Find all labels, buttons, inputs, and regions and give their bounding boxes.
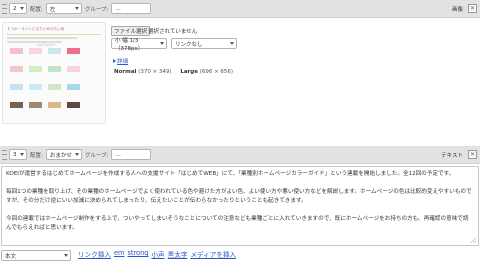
file-select-button[interactable]: ファイル選択 (111, 26, 151, 36)
black-bold-button[interactable]: 黒太字 (168, 249, 188, 259)
color-swatch (48, 102, 61, 108)
paragraph: KOEIが運営するはじめてホームページを作成する人への支援サイト「はじめてWEB… (6, 171, 455, 177)
align-label: 配置: (30, 152, 43, 159)
thumbnail-caption: パステルカラー (37, 43, 57, 47)
insert-media-button[interactable]: メディアを挿入 (190, 249, 236, 259)
block1-header: 2 配置: 左 グループ: … 画像 ✕ (0, 0, 480, 18)
order-value: 2 (13, 5, 17, 12)
small-button[interactable]: 小声 (151, 249, 164, 259)
text-style-value: 本文 (5, 253, 17, 260)
group-label: グループ: (84, 152, 109, 159)
align-select[interactable]: おまかせ (45, 149, 82, 160)
file-status: 選択されていません (148, 29, 198, 35)
em-button[interactable]: em (114, 249, 124, 259)
chevron-down-icon (64, 254, 68, 257)
resize-grip-icon[interactable] (470, 237, 476, 243)
paragraph: 今回の連載ではホームページ制作をする上で、ついやってしまいそうなことについての注… (6, 216, 469, 231)
thumbnail-rule (7, 34, 101, 35)
color-swatch (67, 102, 80, 108)
group-label: グループ: (84, 6, 109, 13)
image-size-value: 小 幅 1/3（378px） (115, 37, 144, 52)
color-swatch (29, 66, 42, 72)
details-label: 詳細 (117, 59, 129, 65)
color-swatch (67, 48, 80, 54)
color-swatch (10, 48, 23, 54)
align-value: おまかせ (49, 152, 72, 159)
image-sizes: Normal (370 × 349) Large (696 × 656) (114, 69, 233, 75)
color-swatch (10, 84, 23, 90)
drag-handle-icon[interactable] (2, 2, 7, 16)
swatch-row (10, 66, 80, 72)
chevron-down-icon (74, 153, 79, 156)
group-value: … (115, 5, 121, 12)
color-swatch (67, 66, 80, 72)
color-swatch (48, 48, 61, 54)
bottom-strip (0, 263, 480, 270)
group-select[interactable]: … (111, 3, 152, 14)
strong-button[interactable]: strong (127, 249, 148, 259)
order-value: 3 (13, 151, 17, 158)
color-swatch (29, 48, 42, 54)
image-thumbnail: Ｅラボ・サイトになりどめのたい色 パステルカラー (2, 22, 106, 124)
normal-size-label: Normal (114, 69, 137, 75)
close-icon[interactable]: ✕ (468, 150, 477, 159)
swatch-row (10, 48, 80, 54)
link-select[interactable]: リンクなし (171, 38, 237, 49)
align-select[interactable]: 左 (45, 3, 82, 14)
color-swatch (67, 84, 80, 90)
text-editor[interactable]: KOEIが運営するはじめてホームページを作成する人への支援サイト「はじめてWEB… (1, 166, 479, 246)
drag-handle-icon[interactable] (2, 148, 7, 162)
thumbnail-text-line (7, 37, 77, 39)
group-select[interactable]: … (111, 149, 152, 160)
triangle-right-icon (113, 59, 116, 63)
align-label: 配置: (30, 6, 43, 13)
insert-link-button[interactable]: リンク挿入 (78, 249, 111, 259)
color-swatch (10, 102, 23, 108)
order-select[interactable]: 3 (9, 149, 27, 160)
link-value: リンクなし (175, 41, 203, 48)
group-value: … (115, 151, 121, 158)
chevron-down-icon (160, 42, 164, 45)
format-toolbar: リンク挿入 em strong 小声 黒太字 メディアを挿入 (78, 249, 236, 259)
color-swatch (48, 84, 61, 90)
swatch-row (10, 102, 80, 108)
block2-header: 3 配置: おまかせ グループ: … テキスト ✕ (0, 146, 480, 164)
text-style-select[interactable]: 本文 (1, 250, 71, 261)
swatch-row (10, 84, 80, 90)
large-size-value: (696 × 656) (199, 69, 234, 75)
close-icon[interactable]: ✕ (468, 4, 477, 13)
order-select[interactable]: 2 (9, 3, 27, 14)
color-swatch (29, 84, 42, 90)
color-swatch (29, 102, 42, 108)
color-swatch (10, 66, 23, 72)
align-value: 左 (49, 6, 56, 13)
large-size-label: Large (180, 69, 198, 75)
chevron-down-icon (20, 7, 24, 10)
image-size-select[interactable]: 小 幅 1/3（378px） (111, 37, 167, 52)
block-type-label: テキスト (441, 152, 463, 159)
color-swatch (48, 66, 61, 72)
chevron-down-icon (74, 7, 79, 10)
chevron-down-icon (20, 153, 24, 156)
details-toggle[interactable]: 詳細 (113, 57, 128, 65)
thumbnail-title: Ｅラボ・サイトになりどめのたい色 (7, 27, 65, 31)
chevron-down-icon (230, 42, 234, 45)
normal-size-value: (370 × 349) (138, 69, 172, 75)
block-type-label: 画像 (451, 6, 463, 13)
paragraph: 毎回1つの業種を取り上げ、その業種のホームページでよく使われている色や避けた方が… (6, 189, 472, 204)
